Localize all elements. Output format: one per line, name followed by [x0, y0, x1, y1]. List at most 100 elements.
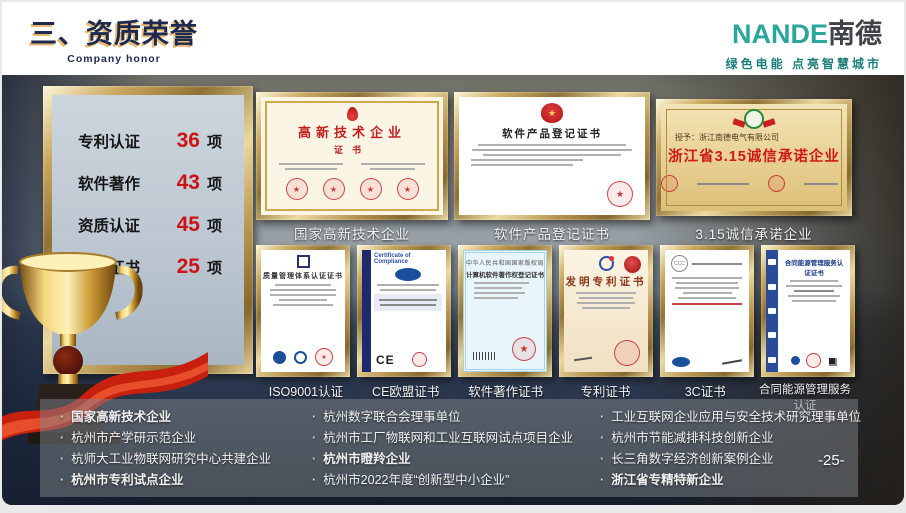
- page-title: 三、资质荣誉: [30, 12, 198, 51]
- certificate-hightech-inner: 高新技术企业 证书 ★ ★ ★ ★: [261, 97, 443, 215]
- certificate-caption: 国家高新技术企业: [256, 223, 448, 243]
- red-stamp-icon: ★: [397, 178, 419, 200]
- honor-column-2: 杭州数字联合会理事单位 杭州市工厂物联网和工业互联网试点项目企业 杭州市瞪羚企业…: [312, 407, 600, 497]
- company-tagline: 绿色电能 点亮智慧城市: [726, 55, 882, 72]
- certificate-title: 软件产品登记证书: [459, 126, 645, 141]
- band-logo-icon: [768, 332, 776, 338]
- honor-item: 杭州市工厂物联网和工业互联网试点项目企业: [312, 428, 600, 449]
- certificate-body: Certificate of Compliance CE: [374, 253, 442, 369]
- stat-unit: 项: [207, 215, 222, 236]
- honor-item: 杭师大工业物联网研究中心共建企业: [60, 449, 312, 470]
- blue-side-band: [362, 250, 371, 372]
- certificate-energy-inner: 合同能源管理服务认证证书: [766, 250, 850, 372]
- barcode-icon: [473, 352, 495, 360]
- red-stamp-icon: ★: [315, 348, 333, 366]
- certificate-title: 发明专利证书: [564, 274, 648, 289]
- certificate-border: 高新技术企业 证书 ★ ★ ★ ★: [265, 101, 439, 211]
- red-stamp-icon: ★: [286, 178, 308, 200]
- honor-item: 长三角数字经济创新案例企业: [600, 449, 844, 470]
- stat-row-software: 软件著作 43 项: [78, 171, 222, 195]
- honor-item: 杭州数字联合会理事单位: [312, 407, 600, 428]
- honor-column-3: 工业互联网企业应用与安全技术研究理事单位 杭州市节能减排科技创新企业 长三角数字…: [600, 407, 844, 497]
- certificate-body: 合同能源管理服务认证证书: [782, 254, 846, 368]
- honor-column-1: 国家高新技术企业 杭州市产学研示范企业 杭师大工业物联网研究中心共建企业 杭州市…: [60, 407, 312, 497]
- cqc-badge-icon: [672, 357, 690, 367]
- red-stamp-icon: ★: [360, 178, 382, 200]
- certificate-caption: 软件产品登记证书: [454, 223, 650, 243]
- presentation-slide: 三、资质荣誉 Company honor NANDE南德 绿色电能 点亮智慧城市…: [2, 2, 904, 505]
- certificate-software-copyright: 中华人民共和国国家版权局 计算机软件著作权登记证书 ★: [458, 245, 552, 377]
- red-star-stamp-icon: ★: [512, 337, 536, 361]
- flame-logo-icon: [347, 107, 358, 121]
- band-logo-icon: [768, 308, 776, 314]
- honor-item: 杭州市产学研示范企业: [60, 428, 312, 449]
- band-logo-icon: [768, 357, 776, 363]
- cert-footer: [672, 357, 742, 367]
- certificate-title: Certificate of Compliance: [374, 253, 442, 265]
- highlight-block: [374, 294, 442, 311]
- honor-item: 杭州市专利试点企业: [60, 470, 312, 491]
- logo-text: NANDE南德: [726, 12, 882, 51]
- blue-logo-band: [766, 250, 778, 372]
- stat-unit: 项: [207, 173, 222, 194]
- red-seal-icon: [624, 256, 641, 273]
- band-logo-icon: [768, 284, 776, 290]
- band-logo-icon: [768, 259, 776, 265]
- honor-text: 杭州市瞪羚企业: [323, 452, 411, 466]
- ccc-mark-row: CCC: [665, 250, 749, 274]
- logo-latin: NANDE: [732, 19, 828, 49]
- certificate-patent-inner: 发明专利证书: [564, 250, 648, 372]
- red-stamp-icon: [412, 352, 427, 367]
- cert-stamps-row: ★: [261, 348, 345, 366]
- certificate-caption: 3.15诚信承诺企业: [656, 223, 852, 243]
- honor-item: 工业互联网企业应用与安全技术研究理事单位: [600, 407, 844, 428]
- certificate-patent: 发明专利证书: [559, 245, 653, 377]
- blue-oval-badge-icon: [395, 268, 421, 281]
- certificate-text-lines: [665, 277, 749, 299]
- red-stamps-row: ★ ★ ★ ★: [267, 178, 437, 200]
- national-emblem-icon: ★: [541, 103, 563, 123]
- ce-mark: CE: [376, 353, 395, 367]
- iso-logo-icon: [297, 255, 310, 268]
- honor-text: 杭州市产学研示范企业: [71, 431, 196, 445]
- honor-item: 浙江省专精特新企业: [600, 470, 844, 491]
- certificates-row-2: 质量管理体系认证证书 ★ Certificate of Compliance: [256, 245, 855, 377]
- red-stamp-icon: [806, 353, 821, 368]
- certificate-title: 高新技术企业: [267, 122, 437, 141]
- green-seal-icon: [744, 109, 764, 129]
- red-stamp-icon: ★: [607, 181, 633, 207]
- stat-value: 36: [177, 129, 200, 153]
- issuing-org-line: 中华人民共和国国家版权局: [466, 258, 544, 267]
- green-ring-icon: [744, 109, 764, 129]
- cert-stamps-row: [782, 353, 846, 368]
- blue-badge-icon: [791, 356, 800, 365]
- certificate-315-integrity: 授予：浙江南德电气有限公司 浙江省3.15诚信承诺企业: [656, 99, 852, 216]
- certificate-title: 合同能源管理服务认证证书: [782, 257, 846, 277]
- certificate-energy-management: 合同能源管理服务认证证书: [761, 245, 855, 377]
- red-divider: [672, 303, 742, 305]
- iaf-badge-icon: [273, 351, 286, 364]
- qr-code-icon: [827, 356, 837, 366]
- slide-header: 三、资质荣誉 Company honor NANDE南德 绿色电能 点亮智慧城市: [2, 2, 904, 75]
- stat-value: 43: [177, 171, 200, 195]
- title-block: 三、资质荣誉 Company honor: [30, 12, 198, 65]
- signature-icon: [574, 357, 592, 361]
- honor-item: 杭州市瞪羚企业: [312, 449, 600, 470]
- certificate-copyright-inner: 中华人民共和国国家版权局 计算机软件著作权登记证书 ★: [463, 250, 547, 372]
- honor-text: 长三角数字经济创新案例企业: [611, 452, 774, 466]
- certificate-ce: Certificate of Compliance CE: [357, 245, 451, 377]
- honor-item: 国家高新技术企业: [60, 407, 312, 428]
- stat-unit: 项: [207, 257, 222, 278]
- honors-band: 国家高新技术企业 杭州市产学研示范企业 杭师大工业物联网研究中心共建企业 杭州市…: [40, 399, 858, 497]
- honor-text: 浙江省专精特新企业: [611, 473, 724, 487]
- signature-icon: [722, 359, 742, 364]
- certificate-iso9001-inner: 质量管理体系认证证书 ★: [261, 250, 345, 372]
- certificate-software-product-inner: ★ 软件产品登记证书 ★: [459, 97, 645, 215]
- certificate-ce-inner: Certificate of Compliance CE: [362, 250, 446, 372]
- honor-text: 杭师大工业物联网研究中心共建企业: [71, 452, 271, 466]
- red-stamp-icon: ★: [323, 178, 345, 200]
- stat-label: 软件著作: [78, 172, 177, 194]
- stat-label: 专利认证: [78, 130, 177, 152]
- cnas-badge-icon: [294, 351, 307, 364]
- stat-row-patent: 专利认证 36 项: [78, 129, 222, 153]
